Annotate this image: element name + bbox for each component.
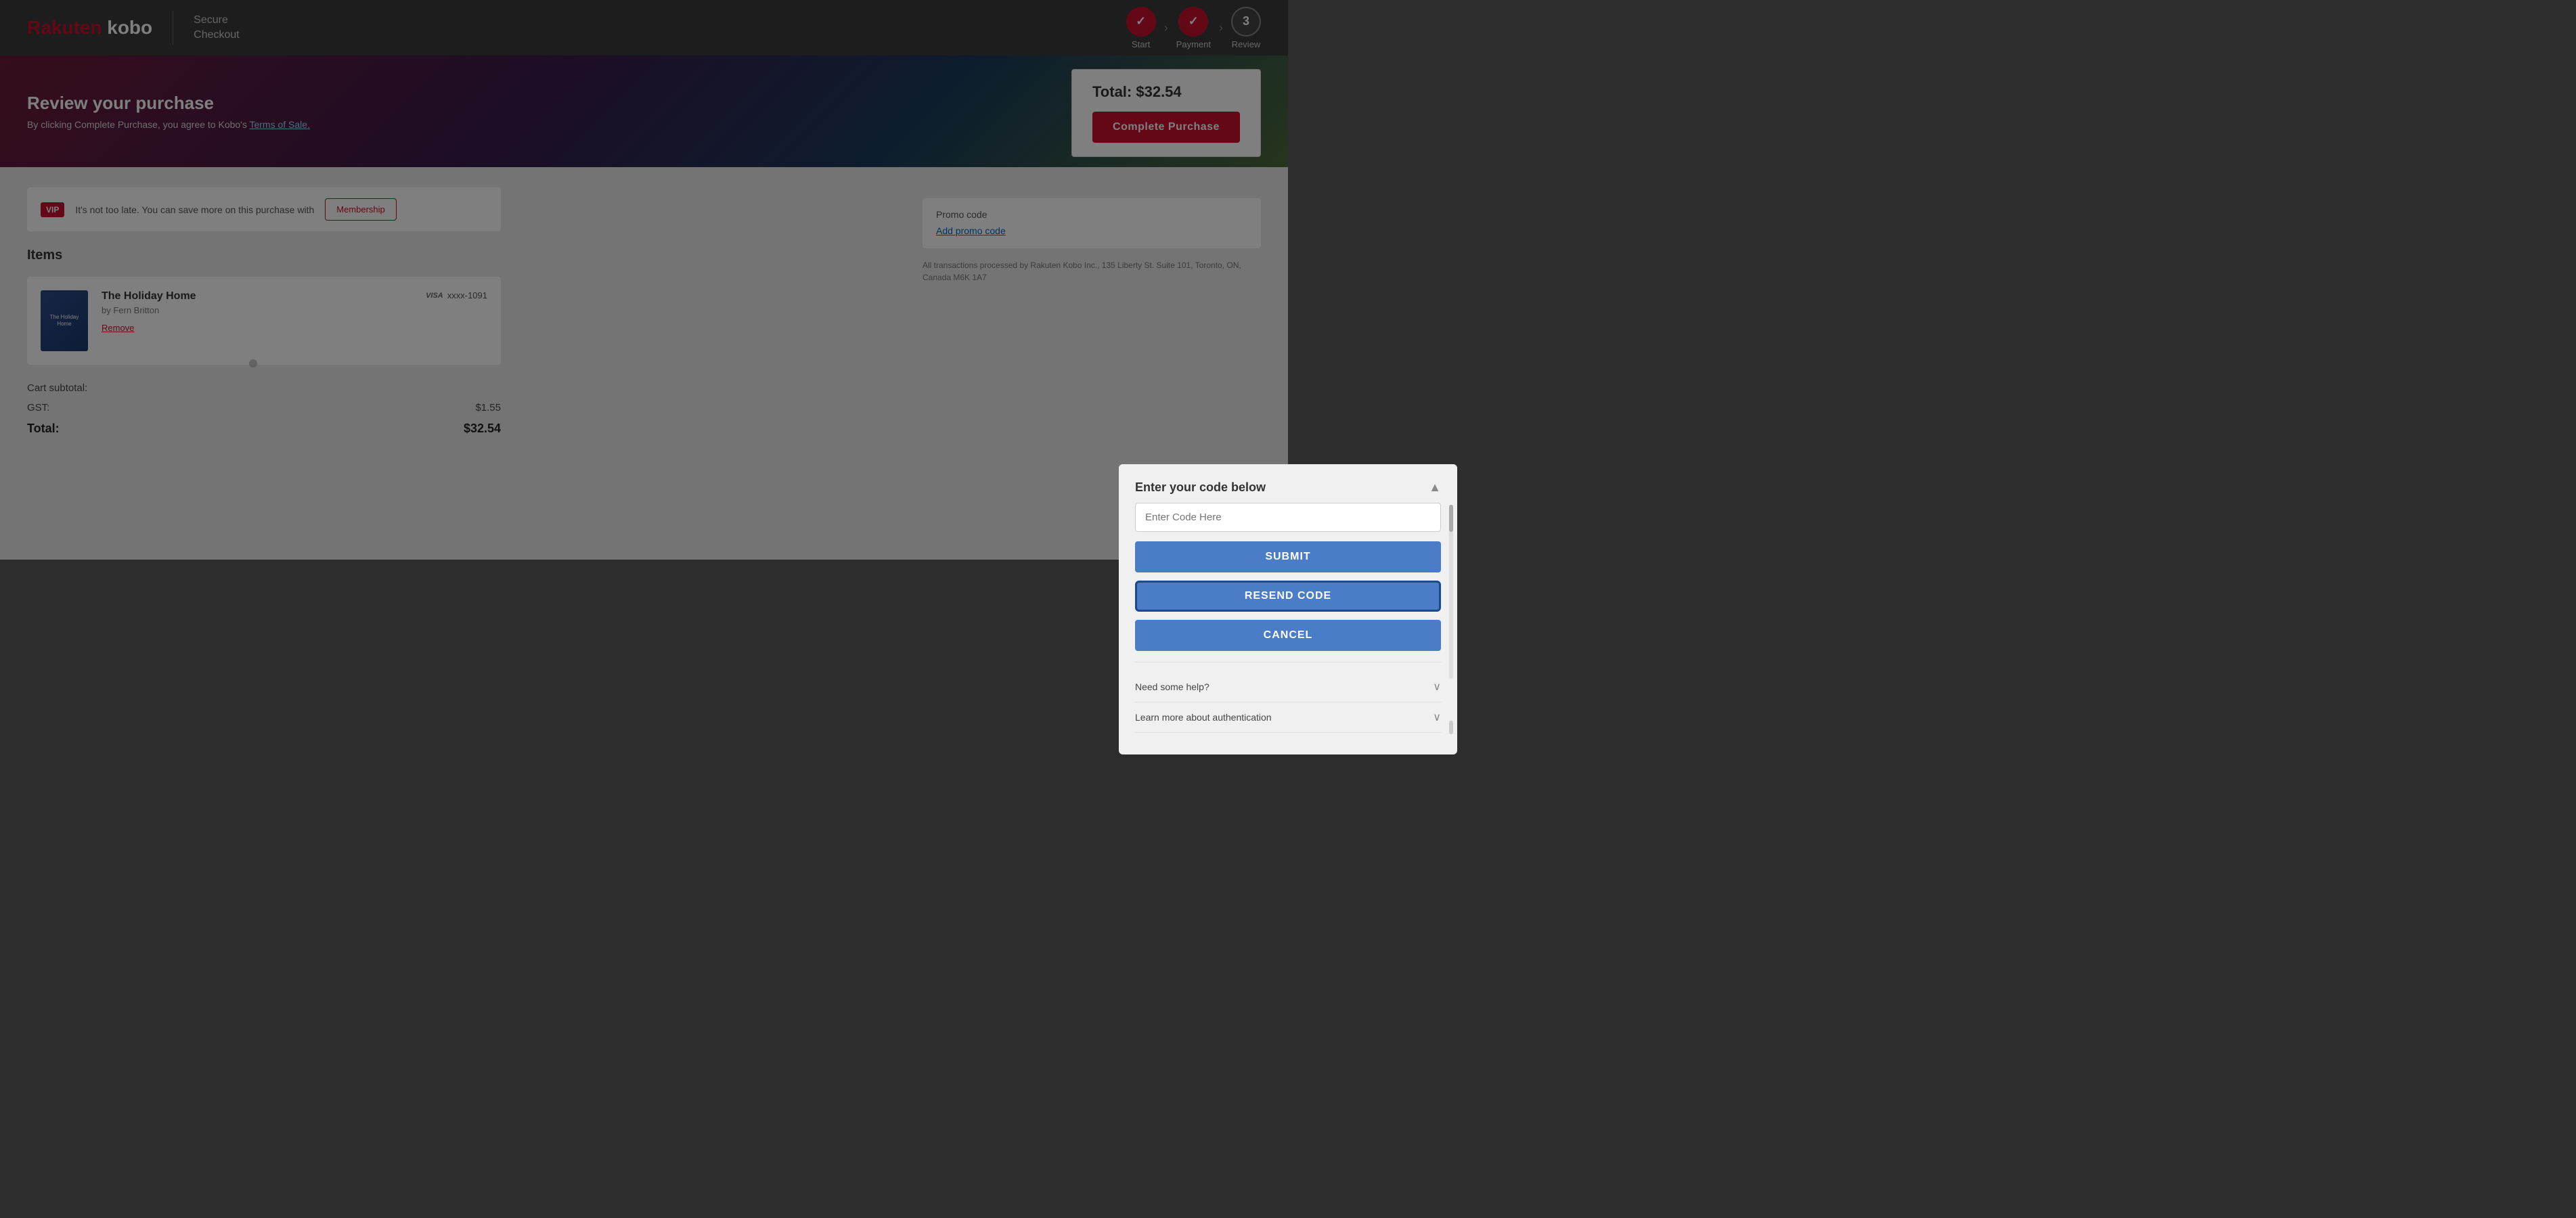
- auth-row[interactable]: Learn more about authentication ∨: [1135, 702, 1441, 733]
- help-label: Need some help?: [1135, 681, 1209, 692]
- resend-code-button[interactable]: RESEND CODE: [1135, 581, 1441, 612]
- modal-header: Enter your code below ▲: [1119, 464, 1457, 503]
- cancel-button[interactable]: CANCEL: [1135, 620, 1441, 651]
- modal-dialog: Enter your code below ▲ SUBMIT RESEND CO…: [1119, 464, 1457, 754]
- modal-scrollbar[interactable]: [1449, 505, 1453, 679]
- auth-chevron-icon: ∨: [1433, 710, 1441, 724]
- auth-label: Learn more about authentication: [1135, 712, 1272, 723]
- help-accordion: Need some help? ∨ Learn more about authe…: [1135, 662, 1441, 733]
- modal-scroll-up-button[interactable]: ▲: [1429, 480, 1441, 495]
- modal-scrollbar-thumb: [1449, 505, 1453, 532]
- help-chevron-icon: ∨: [1433, 680, 1441, 694]
- submit-button[interactable]: SUBMIT: [1135, 541, 1441, 572]
- modal-overlay: Enter your code below ▲ SUBMIT RESEND CO…: [0, 0, 2576, 1218]
- code-input[interactable]: [1135, 503, 1441, 532]
- modal-body: SUBMIT RESEND CODE CANCEL Need some help…: [1119, 503, 1457, 754]
- help-row[interactable]: Need some help? ∨: [1135, 672, 1441, 702]
- modal-scroll-down[interactable]: [1449, 721, 1453, 734]
- modal-title: Enter your code below: [1135, 480, 1266, 495]
